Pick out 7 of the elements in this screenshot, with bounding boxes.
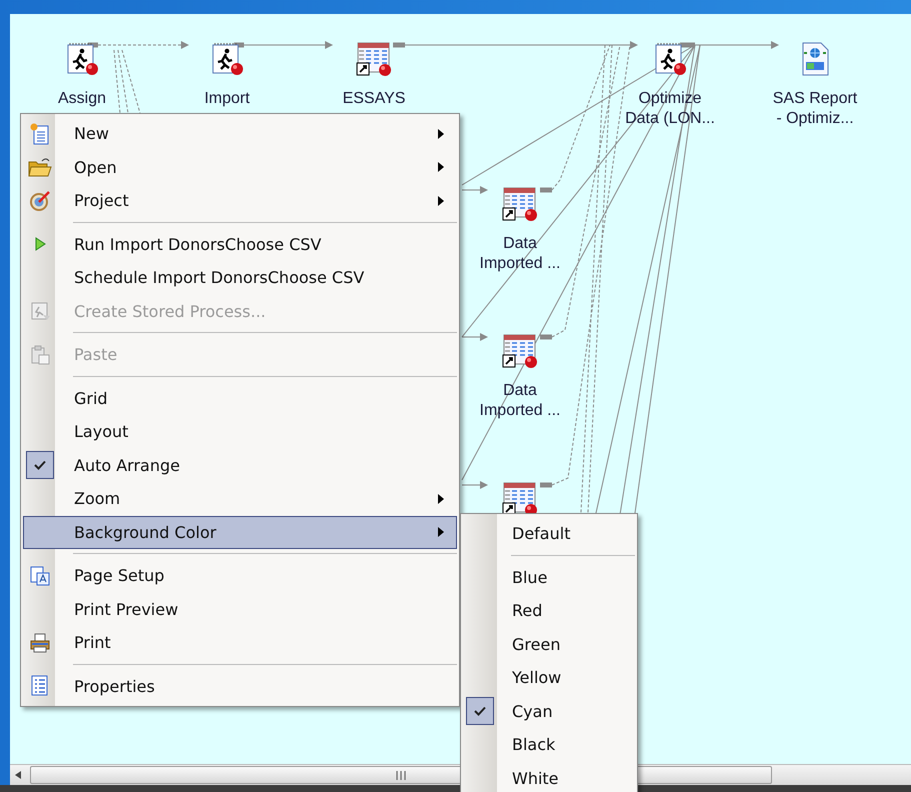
node-label: ESSAYS — [342, 89, 406, 109]
node-label: Data Imported ... — [480, 381, 560, 421]
node-label: Optimize Data (LON... — [625, 89, 715, 129]
node-label: Assign — [58, 89, 106, 109]
node-label: Import — [204, 89, 250, 109]
node-label: Data Imported ... — [480, 234, 560, 274]
node-label: SAS Report - Optimiz... — [772, 89, 858, 129]
